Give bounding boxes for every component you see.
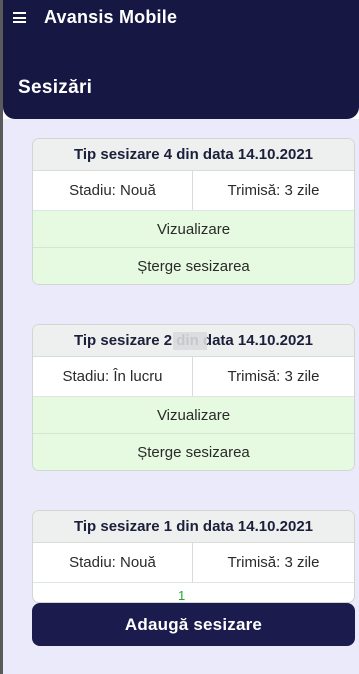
report-card-title: Tip sesizare 4 din data 14.10.2021 [33,139,354,171]
report-card-info-row: Stadiu: În lucru Trimisă: 3 zile [33,357,354,397]
report-sent-time: Trimisă: 3 zile [227,368,320,385]
hamburger-line [13,12,26,14]
app-screen: Avansis Mobile Sesizări Tip sesizare 4 d… [0,0,359,674]
report-card: Tip sesizare 1 din data 14.10.2021 Stadi… [32,510,355,603]
page-header: Sesizări [3,35,359,119]
hamburger-line [13,21,26,23]
delete-report-button[interactable]: Șterge sesizarea [33,248,354,284]
hamburger-line [13,16,26,19]
report-status: Stadiu: Nouă [33,543,193,582]
add-report-button[interactable]: Adaugă sesizare [32,603,355,646]
report-card: Tip sesizare 4 din data 14.10.2021 Stadi… [32,138,355,285]
view-report-button[interactable]: Vizualizare [33,211,354,248]
page-title: Sesizări [18,77,93,98]
view-report-button[interactable]: Vizualizare [33,397,354,434]
report-status: Stadiu: Nouă [33,171,193,210]
top-app-bar: Avansis Mobile [3,0,359,35]
selection-highlight [173,332,207,350]
page-indicator: 1 [178,588,186,603]
report-card-title: Tip sesizare 1 din data 14.10.2021 [33,511,354,543]
report-sent-time: Trimisă: 3 zile [227,554,320,571]
app-title: Avansis Mobile [44,7,178,27]
report-status: Stadiu: În lucru [33,357,193,396]
hamburger-icon[interactable] [13,12,26,23]
report-sent-time: Trimisă: 3 zile [227,182,320,199]
delete-report-button[interactable]: Șterge sesizarea [33,434,354,470]
report-card-info-row: Stadiu: Nouă Trimisă: 3 zile [33,543,354,583]
report-card-info-row: Stadiu: Nouă Trimisă: 3 zile [33,171,354,211]
